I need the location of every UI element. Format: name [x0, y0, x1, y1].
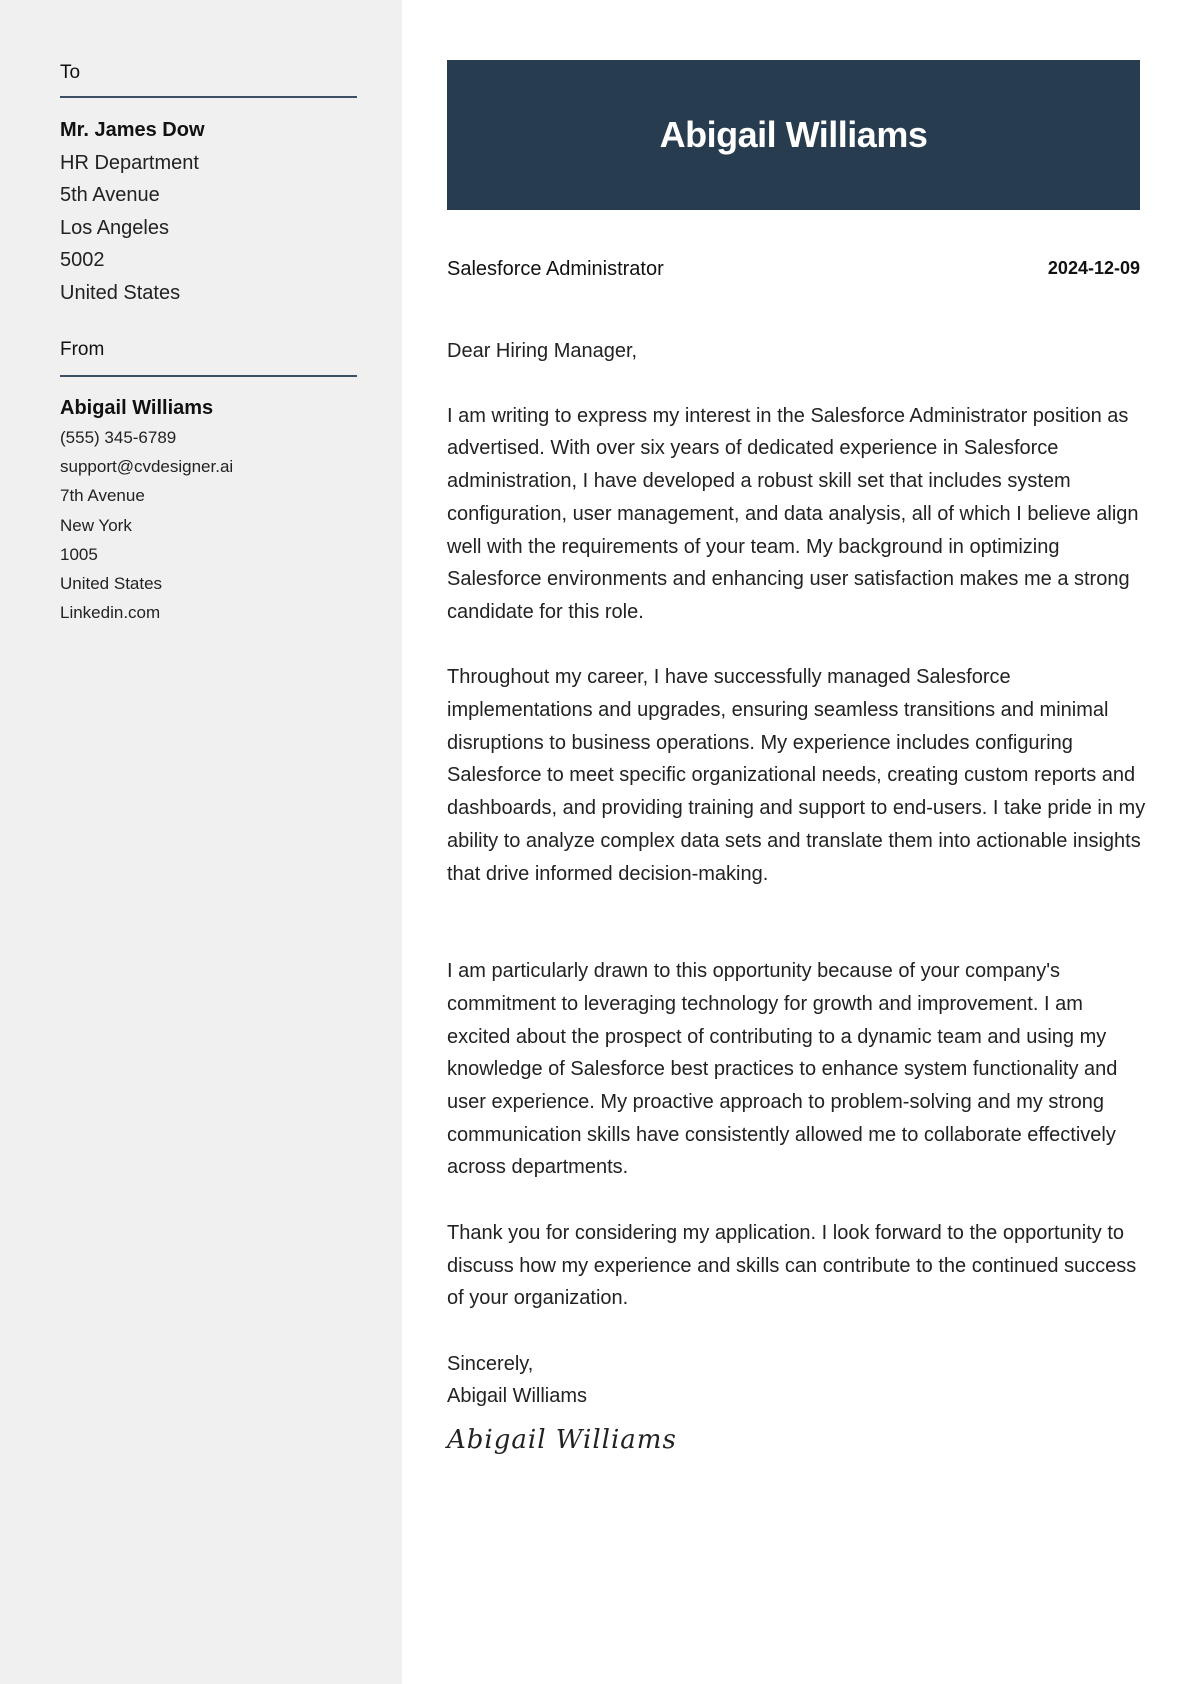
- letter-date: 2024-12-09: [1047, 258, 1140, 278]
- paragraph-motivation: I am particularly drawn to this opportun…: [447, 960, 1118, 1179]
- closing-name: Abigail Williams: [447, 1385, 588, 1408]
- paragraph-thanks: Thank you for considering my application…: [447, 1221, 1137, 1310]
- handwritten-signature: Abigail Williams: [447, 1425, 677, 1455]
- sender-name: Abigail Williams: [60, 397, 214, 419]
- name-header-banner: Abigail Williams: [447, 60, 1140, 210]
- recipient-city: Los Angeles: [60, 216, 169, 239]
- recipient-address: Mr. James Dow HR Department 5th Avenue L…: [60, 114, 380, 309]
- closing-salutation: Sincerely,: [447, 1352, 534, 1375]
- paragraph-intro: I am writing to express my interest in t…: [447, 404, 1139, 623]
- to-section-divider: [60, 96, 357, 98]
- recipient-department: HR Department: [60, 151, 199, 174]
- to-section-label: To: [60, 62, 81, 83]
- applicant-name-title: Abigail Williams: [659, 114, 928, 155]
- from-section-divider: [60, 375, 357, 377]
- letter-body: Dear Hiring Manager, I am writing to exp…: [447, 335, 1147, 1413]
- recipient-street: 5th Avenue: [60, 184, 160, 206]
- paragraph-experience: Throughout my career, I have successfull…: [447, 666, 1146, 885]
- job-title: Salesforce Administrator: [447, 258, 664, 280]
- from-section-label: From: [60, 339, 105, 360]
- recipient-country: United States: [60, 281, 181, 304]
- closing-block: Sincerely, Abigail Williams: [447, 1348, 1147, 1413]
- sender-address: Abigail Williams (555) 345-6789 support@…: [60, 393, 380, 627]
- recipient-name: Mr. James Dow: [60, 119, 205, 141]
- sender-country: United States: [60, 574, 163, 594]
- sender-linkedin: Linkedin.com: [60, 603, 161, 623]
- sender-email: support@cvdesigner.ai: [60, 457, 234, 477]
- sender-phone: (555) 345-6789: [60, 428, 177, 447]
- greeting: Dear Hiring Manager,: [447, 340, 638, 362]
- sidebar: To Mr. James Dow HR Department 5th Avenu…: [0, 0, 402, 1684]
- sender-street: 7th Avenue: [60, 486, 145, 506]
- sender-postal-code: 1005: [60, 544, 98, 564]
- sender-city: New York: [60, 515, 132, 535]
- recipient-postal-code: 5002: [60, 249, 105, 271]
